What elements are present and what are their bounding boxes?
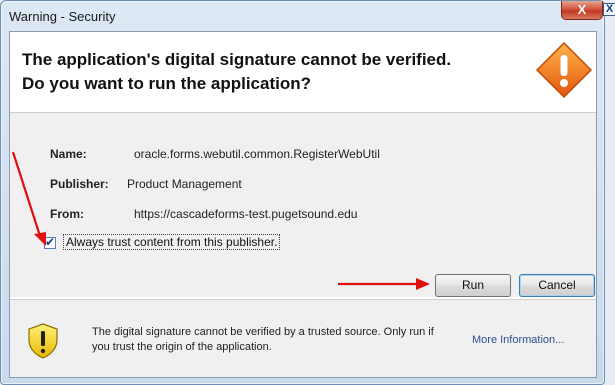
name-value: oracle.forms.webutil.common.RegisterWebU… <box>134 147 380 161</box>
cancel-button[interactable]: Cancel <box>519 274 595 297</box>
from-label: From: <box>50 207 84 221</box>
dialog-content: The application's digital signature cann… <box>9 31 597 378</box>
details-panel: Name: oracle.forms.webutil.common.Regist… <box>10 113 596 297</box>
dialog-footer: The digital signature cannot be verified… <box>10 300 596 377</box>
annotation-arrow-checkbox <box>11 151 46 246</box>
publisher-label: Publisher: <box>50 177 109 191</box>
warning-icon <box>535 41 593 99</box>
footer-message: The digital signature cannot be verified… <box>92 326 434 353</box>
dialog-header: The application's digital signature cann… <box>10 32 596 112</box>
publisher-value: Product Management <box>127 177 242 191</box>
name-label: Name: <box>50 147 87 161</box>
more-information-link[interactable]: More Information... <box>472 334 564 346</box>
trust-checkbox-label[interactable]: Always trust content from this publisher… <box>63 234 281 250</box>
annotation-arrow-run <box>338 278 430 290</box>
window-title: Warning - Security <box>9 9 116 24</box>
close-button[interactable]: X <box>561 1 603 20</box>
headline: The application's digital signature cann… <box>22 48 502 96</box>
headline-line-1: The application's digital signature cann… <box>22 50 452 69</box>
shield-warning-icon <box>28 323 58 359</box>
title-bar[interactable]: Warning - Security X <box>1 1 604 31</box>
from-value: https://cascadeforms-test.pugetsound.edu <box>134 207 358 221</box>
headline-line-2: Do you want to run the application? <box>22 74 311 93</box>
run-button[interactable]: Run <box>435 274 511 297</box>
outer-close-icon[interactable]: X <box>603 3 615 16</box>
security-dialog: Warning - Security X The application's d… <box>0 0 605 385</box>
